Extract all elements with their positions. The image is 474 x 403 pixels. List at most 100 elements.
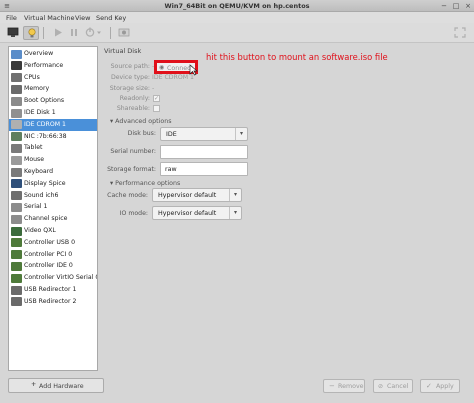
hardware-list[interactable]: Overview Performance CPUs Memory Boot Option… <box>8 46 98 371</box>
mouse-icon <box>11 155 22 165</box>
close-icon[interactable]: × <box>464 2 472 10</box>
sidebar-item-label: Memory <box>24 85 50 93</box>
cdrom-connect-icon: ◉ <box>159 64 165 71</box>
sidebar-item[interactable]: Channel spice <box>9 213 97 225</box>
sidebar-item-label: Channel spice <box>24 215 68 223</box>
usb-icon <box>11 285 22 295</box>
add-hardware-button[interactable]: + Add Hardware <box>8 378 104 393</box>
display-icon <box>11 179 22 189</box>
sidebar-item-label: Overview <box>24 50 54 57</box>
sidebar-item-label: Controller IDE 0 <box>24 262 73 270</box>
sidebar-item-label: IDE CDROM 1 <box>24 120 66 128</box>
sidebar-item[interactable]: Keyboard <box>9 166 97 178</box>
cache-mode-value: Hypervisor default <box>158 192 217 199</box>
toolbar <box>0 23 474 43</box>
cache-mode-select[interactable]: Hypervisor default ▾ <box>152 188 242 202</box>
performance-options-expander[interactable]: ▾ Performance options <box>110 180 180 187</box>
video-icon <box>11 226 22 236</box>
sidebar-item[interactable]: Memory <box>9 83 97 95</box>
device-type-value: IDE CDROM 1 <box>152 74 194 81</box>
remove-button[interactable]: − Remove <box>323 379 365 393</box>
power-icon <box>85 27 95 37</box>
apply-button[interactable]: ✓ Apply <box>420 379 460 393</box>
sidebar-item[interactable]: Overview <box>9 48 97 60</box>
sidebar-item[interactable]: Display Spice <box>9 178 97 190</box>
screenshot-icon <box>118 28 130 37</box>
cdrom-icon <box>11 120 22 130</box>
sidebar-item[interactable]: IDE Disk 1 <box>9 107 97 119</box>
minimize-icon[interactable]: − <box>440 2 448 10</box>
menu-view[interactable]: View <box>75 14 90 22</box>
window-titlebar: ≡ Win7_64Bit on QEMU/KVM on hp.centos − … <box>0 0 474 12</box>
sidebar-item-label: CPUs <box>24 73 40 81</box>
lightbulb-icon <box>28 28 36 38</box>
io-mode-value: Hypervisor default <box>158 210 217 217</box>
cpu-icon <box>11 73 22 83</box>
sidebar-item[interactable]: USB Redirector 2 <box>9 296 97 308</box>
shutdown-menu-button[interactable] <box>96 26 104 40</box>
storage-format-input[interactable]: raw <box>160 162 248 176</box>
play-icon <box>55 28 62 37</box>
remove-label: Remove <box>338 383 364 390</box>
sidebar-item[interactable]: CPUs <box>9 72 97 84</box>
menu-file[interactable]: File <box>6 14 17 22</box>
sidebar-item[interactable]: NIC :7b:66:38 <box>9 131 97 143</box>
disk-bus-select[interactable]: IDE ▾ <box>160 127 248 141</box>
cache-mode-label: Cache mode: <box>107 192 148 199</box>
source-path-label: Source path: <box>110 63 150 70</box>
sound-icon <box>11 191 22 201</box>
chevron-down-icon: ▾ <box>235 128 247 140</box>
memory-icon <box>11 84 22 94</box>
sidebar-item[interactable]: Controller VirtIO Serial 0 <box>9 272 97 284</box>
console-button[interactable] <box>5 26 21 40</box>
info-icon <box>11 49 22 59</box>
maximize-icon[interactable]: □ <box>452 2 460 10</box>
cancel-icon: ⊘ <box>378 383 384 390</box>
monitor-icon <box>7 27 19 37</box>
menu-virtual-machine[interactable]: Virtual Machine <box>24 14 75 22</box>
sidebar-item[interactable]: Video QXL <box>9 225 97 237</box>
io-mode-select[interactable]: Hypervisor default ▾ <box>152 206 242 220</box>
channel-icon <box>11 214 22 224</box>
sidebar-item[interactable]: Controller USB 0 <box>9 237 97 249</box>
details-button[interactable] <box>23 26 39 40</box>
menu-send-key[interactable]: Send Key <box>96 14 126 22</box>
add-icon: + <box>31 381 37 388</box>
pause-icon <box>71 29 77 36</box>
fullscreen-icon <box>454 27 466 38</box>
advanced-options-expander[interactable]: ▾ Advanced options <box>110 118 171 125</box>
check-icon: ✓ <box>426 382 432 390</box>
sidebar-item-label: USB Redirector 2 <box>24 297 77 305</box>
sidebar-item[interactable]: Performance <box>9 60 97 72</box>
sidebar-item[interactable]: Sound ich6 <box>9 190 97 202</box>
toolbar-separator <box>43 27 44 39</box>
sidebar-item-label: IDE Disk 1 <box>24 109 56 116</box>
sidebar-item[interactable]: Serial 1 <box>9 201 97 213</box>
sidebar-item-label: Tablet <box>24 144 43 152</box>
fullscreen-button[interactable] <box>452 26 468 40</box>
readonly-checkbox[interactable]: ✓ <box>153 95 160 102</box>
nic-icon <box>11 132 22 142</box>
sidebar-item[interactable]: USB Redirector 1 <box>9 284 97 296</box>
sidebar-item[interactable]: Tablet <box>9 142 97 154</box>
serial-number-input[interactable] <box>160 145 248 159</box>
controller-icon <box>11 238 22 248</box>
run-button[interactable] <box>50 26 66 40</box>
sidebar-item[interactable]: Boot Options <box>9 95 97 107</box>
window-title: Win7_64Bit on QEMU/KVM on hp.centos <box>164 2 310 10</box>
sidebar-item[interactable]: Mouse <box>9 154 97 166</box>
keyboard-icon <box>11 167 22 177</box>
chart-icon <box>11 61 22 71</box>
sidebar-item[interactable]: Controller IDE 0 <box>9 260 97 272</box>
sidebar-item-label: NIC :7b:66:38 <box>24 132 67 140</box>
sidebar-item-label: Performance <box>24 61 64 69</box>
disk-bus-label: Disk bus: <box>127 130 156 137</box>
pause-button[interactable] <box>66 26 82 40</box>
controller-icon <box>11 261 22 271</box>
sidebar-item[interactable]: IDE CDROM 1 <box>9 118 97 131</box>
cancel-button[interactable]: ⊘ Cancel <box>373 379 413 393</box>
shareable-checkbox[interactable] <box>153 105 160 112</box>
boot-icon <box>11 96 22 106</box>
screenshot-button[interactable] <box>116 26 132 40</box>
sidebar-item[interactable]: Controller PCI 0 <box>9 249 97 261</box>
